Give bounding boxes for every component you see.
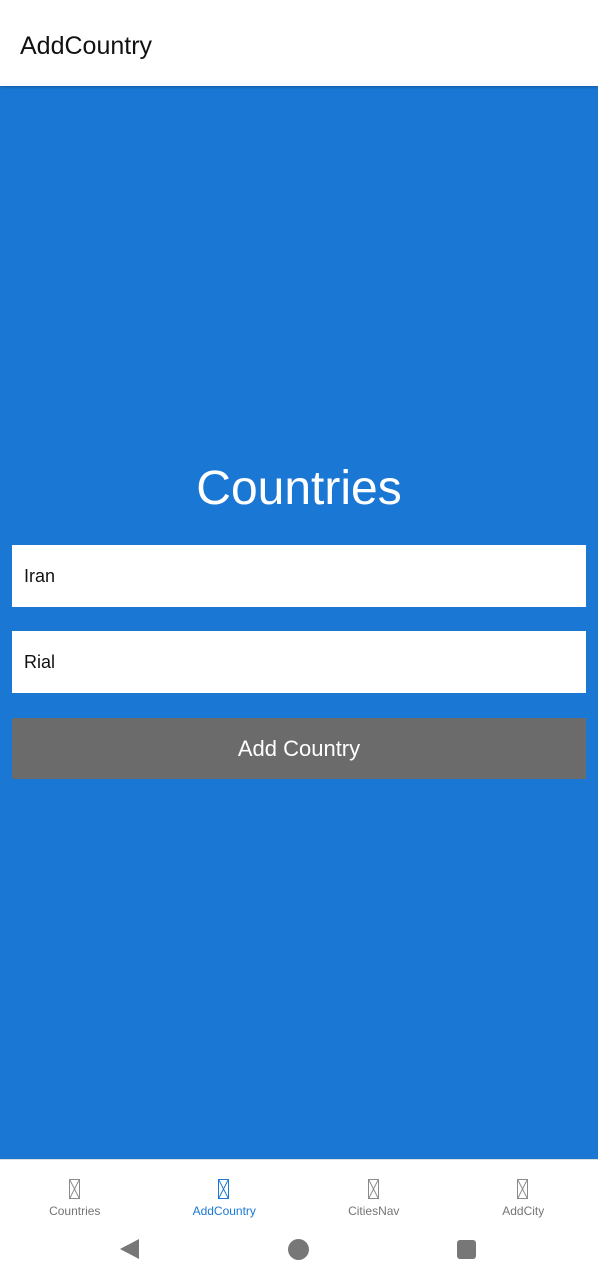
- app-bar-title: AddCountry: [20, 32, 153, 60]
- nav-tab-label: AddCountry: [192, 1204, 256, 1218]
- nav-tab-addcountry[interactable]: AddCountry: [150, 1160, 300, 1224]
- nav-tab-citiesnav[interactable]: CitiesNav: [299, 1160, 449, 1224]
- add-country-page: Countries Add Country: [0, 86, 598, 1159]
- missing-glyph-icon: [218, 1179, 230, 1199]
- country-name-input[interactable]: [12, 545, 586, 607]
- nav-tab-addcity[interactable]: AddCity: [449, 1160, 598, 1224]
- nav-tab-label: AddCity: [502, 1204, 545, 1218]
- nav-tab-label: Countries: [49, 1204, 101, 1218]
- home-icon[interactable]: [288, 1239, 309, 1260]
- page-heading: Countries: [196, 462, 402, 515]
- add-country-button[interactable]: Add Country: [12, 718, 586, 779]
- missing-glyph-icon: [517, 1179, 529, 1199]
- currency-input[interactable]: [12, 631, 586, 693]
- bottom-navigation: Countries AddCountry CitiesNav AddCity: [0, 1159, 598, 1224]
- app-bar: AddCountry: [0, 0, 598, 86]
- system-navigation-bar: [0, 1224, 598, 1280]
- back-icon[interactable]: [120, 1239, 139, 1259]
- missing-glyph-icon: [68, 1179, 80, 1199]
- missing-glyph-icon: [367, 1179, 379, 1199]
- nav-tab-label: CitiesNav: [348, 1204, 400, 1218]
- nav-tab-countries[interactable]: Countries: [0, 1160, 150, 1224]
- recents-icon[interactable]: [457, 1240, 476, 1259]
